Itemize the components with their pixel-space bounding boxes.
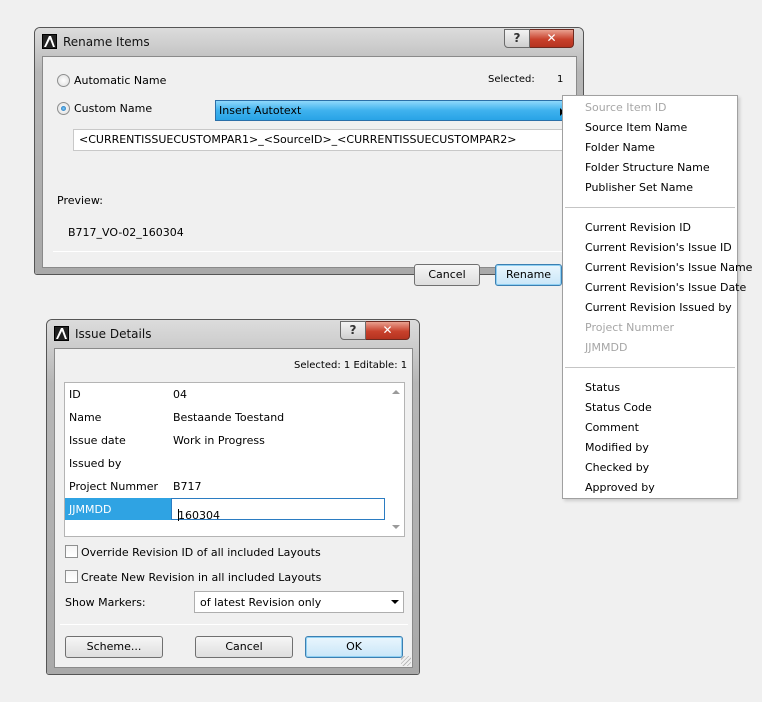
override-revision-label: Override Revision ID of all included Lay… [81, 546, 321, 559]
menu-item-status-code[interactable]: Status Code [585, 401, 652, 414]
caption-buttons: ? ✕ [504, 29, 574, 48]
custom-name-radio[interactable] [57, 102, 70, 115]
menu-item-revision-issue-date[interactable]: Current Revision's Issue Date [585, 281, 746, 294]
menu-item-folder-name[interactable]: Folder Name [585, 141, 655, 154]
close-icon[interactable]: ✕ [530, 29, 574, 48]
chevron-down-icon [391, 600, 399, 604]
row-value: B717 [173, 480, 202, 493]
scroll-down-icon[interactable] [392, 525, 400, 529]
insert-autotext-label: Insert Autotext [219, 104, 302, 117]
show-markers-value: of latest Revision only [200, 596, 322, 609]
table-row-selected[interactable]: JJMMDD 160304 [65, 498, 387, 522]
scheme-button[interactable]: Scheme... [65, 636, 163, 658]
row-key: Project Nummer [69, 480, 159, 493]
dialog-title: Issue Details [75, 327, 152, 341]
divider [60, 624, 408, 625]
help-icon[interactable]: ? [504, 29, 530, 48]
table-row[interactable]: Project Nummer B717 [65, 475, 387, 498]
dialog-body: Automatic Name Selected: 1 Custom Name I… [42, 56, 577, 286]
table-row[interactable]: Issued by [65, 452, 387, 475]
selected-editable-label: Selected: 1 Editable: 1 [294, 360, 408, 371]
show-markers-select[interactable]: of latest Revision only [194, 591, 404, 613]
insert-autotext-button[interactable]: Insert Autotext [215, 100, 568, 121]
autotext-menu: Source Item ID Source Item Name Folder N… [562, 95, 752, 499]
issue-details-dialog: Issue Details ? ✕ Selected: 1 Editable: … [46, 319, 420, 675]
menu-item-revision-issue-name[interactable]: Current Revision's Issue Name [585, 261, 752, 274]
row-key: ID [69, 388, 81, 401]
menu-item-jjmmdd: JJMMDD [585, 341, 628, 354]
title-bar[interactable]: Rename Items [35, 28, 583, 56]
preview-label: Preview: [57, 194, 103, 207]
show-markers-label: Show Markers: [65, 596, 146, 609]
ok-button[interactable]: OK [305, 636, 403, 658]
row-key-cell: JJMMDD [65, 498, 171, 520]
menu-item-publisher-set-name[interactable]: Publisher Set Name [585, 181, 693, 194]
close-icon[interactable]: ✕ [366, 321, 410, 340]
automatic-name-label: Automatic Name [74, 74, 167, 87]
selected-count: 1 [557, 74, 564, 85]
text-caret [178, 509, 179, 521]
menu-separator [565, 367, 735, 368]
create-revision-label: Create New Revision in all included Layo… [81, 571, 322, 584]
dialog-title: Rename Items [63, 35, 150, 49]
menu-item-revision-issued-by[interactable]: Current Revision Issued by [585, 301, 732, 314]
menu-item-checked-by[interactable]: Checked by [585, 461, 649, 474]
table-row[interactable]: Issue date Work in Progress [65, 429, 387, 452]
menu-item-modified-by[interactable]: Modified by [585, 441, 649, 454]
table-row[interactable]: Name Bestaande Toestand [65, 406, 387, 429]
menu-item-comment[interactable]: Comment [585, 421, 639, 434]
override-revision-checkbox[interactable] [65, 545, 78, 558]
menu-item-folder-structure-name[interactable]: Folder Structure Name [585, 161, 710, 174]
row-key: Issued by [69, 457, 122, 470]
issue-properties-table: ID 04 Name Bestaande Toestand Issue date… [64, 382, 405, 537]
menu-item-project-nummer: Project Nummer [585, 321, 675, 334]
row-value: 04 [173, 388, 187, 401]
menu-item-approved-by[interactable]: Approved by [585, 481, 655, 494]
preview-value: B717_VO-02_160304 [68, 226, 184, 239]
caption-buttons: ? ✕ [340, 321, 410, 340]
row-value: 160304 [178, 509, 220, 522]
name-pattern-input[interactable]: <CURRENTISSUECUSTOMPAR1>_<SourceID>_<CUR… [73, 129, 573, 151]
automatic-name-radio[interactable] [57, 74, 70, 87]
resize-grip-icon[interactable] [401, 656, 411, 666]
menu-item-status[interactable]: Status [585, 381, 620, 394]
row-key: Issue date [69, 434, 126, 447]
menu-item-current-revision-id[interactable]: Current Revision ID [585, 221, 691, 234]
vertical-scrollbar[interactable] [387, 383, 404, 536]
create-revision-checkbox[interactable] [65, 570, 78, 583]
rename-items-dialog: Rename Items ? ✕ Automatic Name Selected… [34, 27, 584, 286]
dialog-body: Selected: 1 Editable: 1 ID 04 Name Besta… [54, 348, 413, 668]
archicad-logo-icon [54, 326, 69, 341]
divider [53, 251, 568, 252]
selected-label: Selected: [488, 74, 535, 85]
jjmmdd-input[interactable]: 160304 [171, 498, 385, 522]
menu-item-source-item-name[interactable]: Source Item Name [585, 121, 687, 134]
table-row[interactable]: ID 04 [65, 383, 387, 406]
archicad-logo-icon [42, 34, 57, 49]
menu-item-source-item-id: Source Item ID [585, 101, 667, 114]
cancel-button[interactable]: Cancel [195, 636, 293, 658]
rename-button[interactable]: Rename [495, 264, 562, 286]
row-key: JJMMDD [69, 503, 112, 516]
row-key: Name [69, 411, 102, 424]
menu-item-revision-issue-id[interactable]: Current Revision's Issue ID [585, 241, 732, 254]
menu-separator [565, 207, 735, 208]
scroll-up-icon[interactable] [392, 390, 400, 394]
help-icon[interactable]: ? [340, 321, 366, 340]
row-value: Bestaande Toestand [173, 411, 285, 424]
custom-name-label: Custom Name [74, 102, 153, 115]
row-value: Work in Progress [173, 434, 265, 447]
cancel-button[interactable]: Cancel [414, 264, 480, 286]
